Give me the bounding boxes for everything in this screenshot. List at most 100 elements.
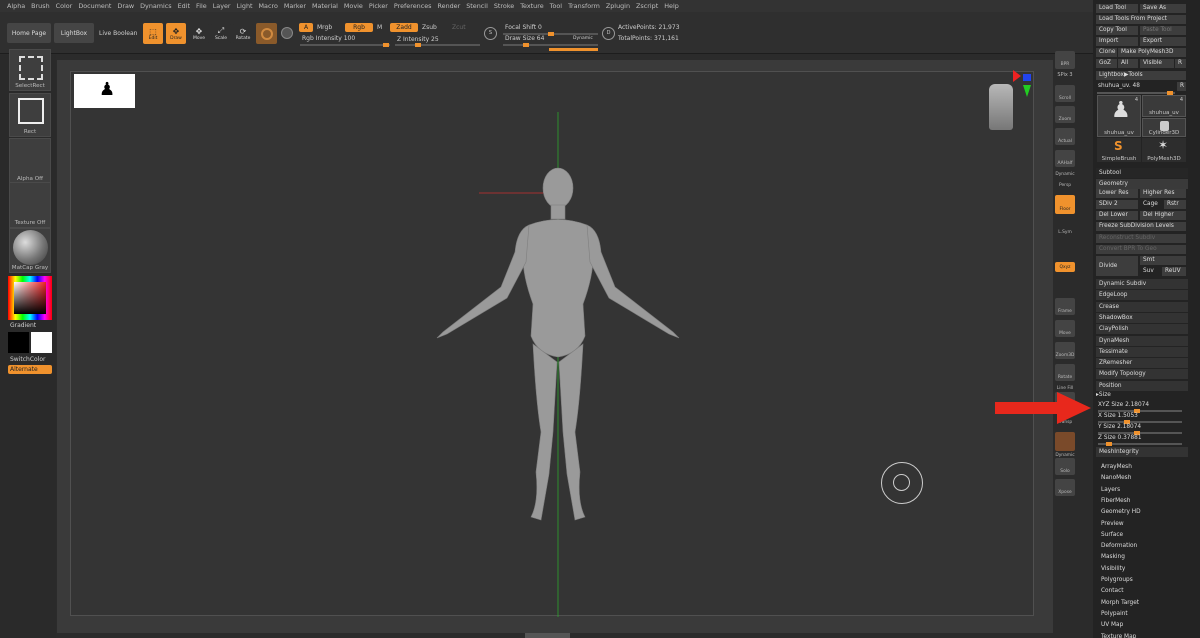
y-size-bar[interactable] xyxy=(1098,431,1182,435)
tool-thumb-shuhua-1[interactable]: ♟ 4 shuhua_uv xyxy=(1097,95,1141,137)
menu-item[interactable]: Transform xyxy=(565,0,603,12)
reconstruct-subdiv-button[interactable]: Reconstruct Subdiv xyxy=(1096,234,1186,243)
zoom3d-button[interactable]: Zoom3D xyxy=(1055,342,1075,359)
size-header[interactable]: ▸Size xyxy=(1096,392,1111,398)
lsym-label[interactable]: L.Sym xyxy=(1050,230,1080,235)
rstr-button[interactable]: Rstr xyxy=(1164,200,1186,209)
geometry-item[interactable]: ClayPolish xyxy=(1096,324,1188,335)
goz-button[interactable]: GoZ xyxy=(1096,59,1117,68)
tool-subpalette-item[interactable]: Surface xyxy=(1101,532,1123,538)
ghost-button[interactable] xyxy=(1055,432,1075,451)
clone-button[interactable]: Clone xyxy=(1096,48,1117,57)
convert-bpr-button[interactable]: Convert BPR To Geo xyxy=(1096,245,1186,254)
main-color-swatch[interactable] xyxy=(8,332,29,353)
tool-subpalette-item[interactable]: Polygroups xyxy=(1101,577,1133,583)
z-intensity-slider[interactable] xyxy=(395,43,480,47)
alpha-tile[interactable]: Alpha Off xyxy=(9,138,51,184)
m-button[interactable]: M xyxy=(377,24,382,31)
menu-item[interactable]: File xyxy=(193,0,210,12)
frame-button[interactable]: Frame xyxy=(1055,298,1075,315)
current-tool-slider[interactable]: shuhua_uv. 48 xyxy=(1098,83,1140,89)
menu-item[interactable]: Alpha xyxy=(4,0,28,12)
tool-subpalette-item[interactable]: Texture Map xyxy=(1101,634,1136,638)
tool-subpalette-item[interactable]: Preview xyxy=(1101,521,1124,527)
scale-button[interactable]: ⤢ Scale xyxy=(211,23,231,44)
edit-button[interactable]: ⬚ Edit xyxy=(143,23,163,44)
menu-item[interactable]: Document xyxy=(75,0,114,12)
solo-button[interactable]: Solo xyxy=(1055,458,1075,475)
move-view-button[interactable]: Move xyxy=(1055,320,1075,337)
mesh-integrity-button[interactable]: MeshIntegrity xyxy=(1096,447,1188,457)
x-size-slider[interactable]: X Size 1.5053 xyxy=(1098,413,1138,419)
export-button[interactable]: Export xyxy=(1140,37,1186,46)
a-button[interactable]: A xyxy=(299,23,313,32)
floor-button[interactable]: Floor xyxy=(1055,195,1075,214)
geometry-item[interactable]: Tessimate xyxy=(1096,346,1188,357)
rotate-button[interactable]: ⟳ Rotate xyxy=(233,23,253,44)
geometry-item[interactable]: Crease xyxy=(1096,301,1188,312)
menu-item[interactable]: Texture xyxy=(517,0,546,12)
geometry-item[interactable]: Modify Topology xyxy=(1096,369,1188,380)
actual-button[interactable]: Actual xyxy=(1055,128,1075,145)
tool-subpalette-item[interactable]: FiberMesh xyxy=(1101,498,1130,504)
rgb-button[interactable]: Rgb xyxy=(345,23,373,32)
tool-subpalette-item[interactable]: Visibility xyxy=(1101,566,1125,572)
tool-subpalette-item[interactable]: Polypaint xyxy=(1101,611,1128,617)
divide-button[interactable]: Divide xyxy=(1096,256,1138,276)
touch-gizmo-icon[interactable] xyxy=(881,462,923,504)
load-from-project-button[interactable]: Load Tools From Project xyxy=(1096,15,1186,24)
menu-item[interactable]: Marker xyxy=(281,0,309,12)
copy-tool-button[interactable]: Copy Tool xyxy=(1096,26,1138,35)
texture-tile[interactable]: Texture Off xyxy=(9,182,51,228)
geometry-item[interactable]: Position xyxy=(1096,380,1188,391)
geometry-item[interactable]: Dynamic Subdiv xyxy=(1096,279,1188,289)
lightbox-tools-button[interactable]: Lightbox▶Tools xyxy=(1096,71,1186,80)
xyz-size-slider[interactable]: XYZ Size 2.18074 xyxy=(1098,402,1149,408)
menu-item[interactable]: Dynamics xyxy=(137,0,175,12)
home-page-button[interactable]: Home Page xyxy=(7,23,51,43)
menu-item[interactable]: Brush xyxy=(28,0,52,12)
head-gyro-icon[interactable] xyxy=(989,84,1013,130)
all-button[interactable]: All xyxy=(1118,59,1138,68)
xyz-size-bar[interactable] xyxy=(1098,409,1182,413)
draw-button[interactable]: ✥ Draw xyxy=(166,23,186,44)
xpose-button[interactable]: Xpose xyxy=(1055,479,1075,496)
move-button[interactable]: ✥ Move xyxy=(189,23,209,44)
document-canvas[interactable]: ♟ xyxy=(70,70,1034,617)
menu-item[interactable]: Zplugin xyxy=(603,0,633,12)
material-button[interactable] xyxy=(256,23,277,44)
r-button[interactable]: R xyxy=(1175,59,1186,68)
secondary-color-swatch[interactable] xyxy=(31,332,52,353)
sdiv-slider[interactable]: SDiv 2 xyxy=(1096,200,1138,209)
live-boolean-button[interactable]: Live Boolean xyxy=(99,30,137,37)
menu-item[interactable]: Color xyxy=(53,0,76,12)
geometry-header[interactable]: Geometry xyxy=(1096,179,1188,189)
spix-label[interactable]: SPix 3 xyxy=(1050,72,1080,78)
freeze-subdiv-button[interactable]: Freeze SubDivision Levels xyxy=(1096,222,1186,231)
stroke-icon[interactable] xyxy=(281,27,293,39)
lightbox-button[interactable]: LightBox xyxy=(54,23,94,43)
visible-button[interactable]: Visible xyxy=(1140,59,1174,68)
geometry-item[interactable]: DynaMesh xyxy=(1096,335,1188,346)
tool-subpalette-item[interactable]: ArrayMesh xyxy=(1101,464,1132,470)
menu-item[interactable]: Tool xyxy=(547,0,565,12)
menu-item[interactable]: Help xyxy=(661,0,682,12)
zadd-button[interactable]: Zadd xyxy=(390,23,418,32)
zoom-button[interactable]: Zoom xyxy=(1055,106,1075,123)
menu-item[interactable]: Material xyxy=(309,0,341,12)
z-size-slider[interactable]: Z Size 0.37881 xyxy=(1098,435,1142,441)
higher-res-button[interactable]: Higher Res xyxy=(1140,189,1186,198)
rotate-view-button[interactable]: Rotate xyxy=(1055,364,1075,381)
d-toggle[interactable]: D xyxy=(602,27,615,40)
del-lower-button[interactable]: Del Lower xyxy=(1096,211,1138,220)
tool-thumb-simplebrush[interactable]: S SimpleBrush xyxy=(1097,138,1141,162)
tool-subpalette-item[interactable]: UV Map xyxy=(1101,622,1123,628)
dynamic-toggle[interactable]: Dynamic xyxy=(573,36,593,41)
color-square[interactable] xyxy=(14,282,46,314)
scroll-button[interactable]: Scroll xyxy=(1055,85,1075,102)
aahalf-button[interactable]: AAHalf xyxy=(1055,150,1075,167)
persp-label[interactable]: Persp xyxy=(1050,183,1080,188)
save-as-button[interactable]: Save As xyxy=(1140,4,1186,13)
paste-tool-button[interactable]: Paste Tool xyxy=(1140,26,1186,35)
menu-item[interactable]: Edit xyxy=(175,0,193,12)
